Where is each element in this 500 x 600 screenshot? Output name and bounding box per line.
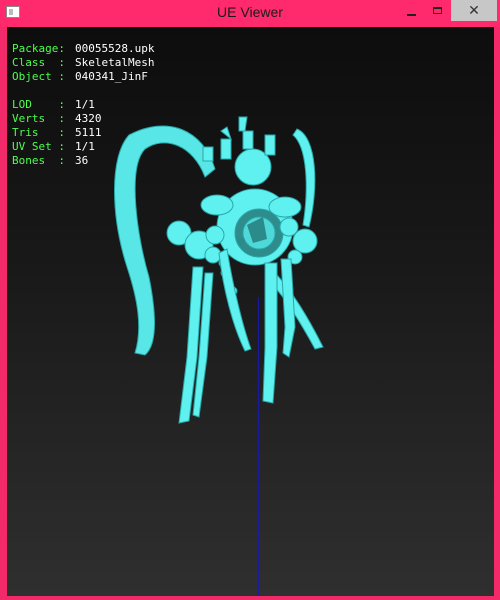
info-label: Class : [12,56,65,69]
info-row-uvset: UV Set : 1/1 [12,140,154,154]
class-label: Class [12,56,46,69]
app-window: UE Viewer ✕ Package: 00055528.upk Class … [0,0,500,600]
info-label: Object : [12,70,65,83]
maximize-icon [432,7,442,14]
info-label: Verts : [12,112,65,125]
tris-value: 5111 [75,126,102,139]
lod-label: LOD [12,98,32,111]
info-row-class: Class : SkeletalMesh [12,56,154,70]
info-row-tris: Tris : 5111 [12,126,154,140]
info-label: LOD : [12,98,65,111]
bones-value: 36 [75,154,89,167]
info-row-object: Object : 040341_JinF [12,70,154,84]
uvset-value: 1/1 [75,140,95,153]
maximize-button[interactable] [424,0,450,21]
bones-label: Bones [12,154,46,167]
title-bar[interactable]: UE Viewer ✕ [0,0,500,27]
uvset-label: UV Set [12,140,52,153]
verts-label: Verts [12,112,46,125]
info-row-bones: Bones : 36 [12,154,154,168]
object-label: Object [12,70,52,83]
verts-value: 4320 [75,112,102,125]
package-label: Package [12,42,59,55]
info-row-package: Package: 00055528.upk [12,42,154,56]
info-label: Tris : [12,126,65,139]
minimize-button[interactable] [398,0,424,21]
info-label: Package: [12,42,65,55]
close-button[interactable]: ✕ [451,0,497,21]
object-value: 040341_JinF [75,70,148,83]
class-value: SkeletalMesh [75,56,155,69]
close-icon: ✕ [468,2,480,19]
info-row-verts: Verts : 4320 [12,112,154,126]
3d-viewport[interactable]: Package: 00055528.upk Class : SkeletalMesh… [7,27,494,596]
info-row-lod: LOD : 1/1 [12,98,154,112]
lod-value: 1/1 [75,98,95,111]
minimize-icon [406,13,416,16]
info-label: UV Set : [12,140,65,153]
tris-label: Tris [12,126,39,139]
info-label: Bones : [12,154,65,167]
mesh-info-panel: Package: 00055528.upk Class : SkeletalMesh… [12,42,154,168]
package-value: 00055528.upk [75,42,155,55]
